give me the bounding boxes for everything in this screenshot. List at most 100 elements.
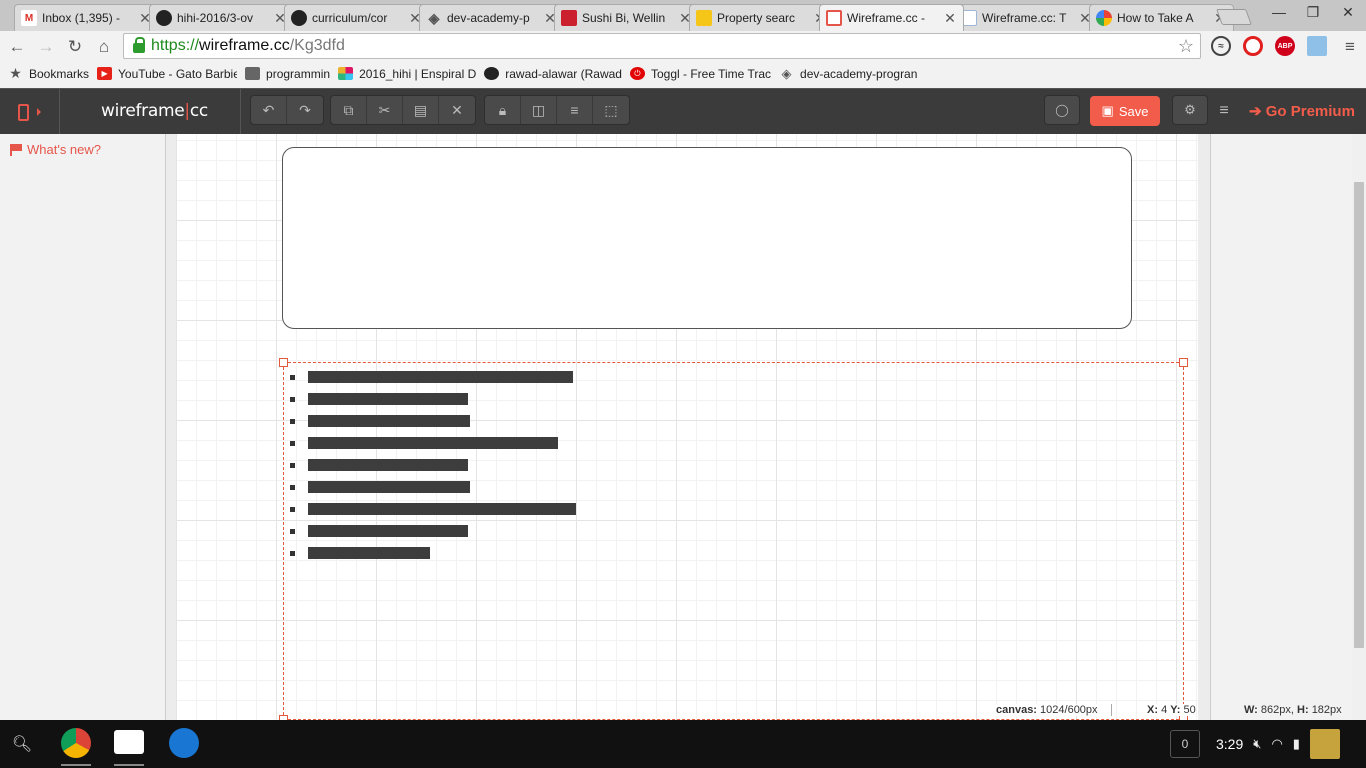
app-toolbar: wireframe|cc ↶ ↷ ⧉ ✂ ▤ ✕ 🔒︎ ◫ ≡ ⬚ ◯ ▣ Sa… <box>0 88 1366 135</box>
clock: 3:29 <box>1216 736 1244 752</box>
chrome-app-icon[interactable] <box>61 728 91 758</box>
bullet-icon <box>290 419 295 424</box>
redo-icon[interactable]: ↷ <box>287 96 323 124</box>
resize-handle[interactable] <box>279 358 288 367</box>
bullet-icon <box>290 529 295 534</box>
tab-github-hihi[interactable]: hihi-2016/3-ov ✕ <box>149 4 294 31</box>
tab-github-curriculum[interactable]: curriculum/cor ✕ <box>284 4 429 31</box>
tab-zomato[interactable]: Sushi Bi, Wellin ✕ <box>554 4 699 31</box>
tab-title: Sushi Bi, Wellin <box>582 11 666 25</box>
property-icon <box>696 10 712 26</box>
notification-count[interactable]: 0 <box>1170 730 1200 758</box>
home-icon[interactable]: ⌂ <box>93 36 115 58</box>
bookmark-github[interactable]: rawad-alawar (Rawad <box>484 67 622 81</box>
zomato-icon <box>561 10 577 26</box>
tab-gmail[interactable]: M Inbox (1,395) - ✕ <box>14 4 159 31</box>
save-button[interactable]: ▣ Save <box>1090 96 1160 126</box>
text-placeholder-bar <box>308 503 576 515</box>
gmail-app-icon[interactable] <box>114 730 144 754</box>
divider <box>240 89 241 135</box>
tab-wireframe-doc[interactable]: Wireframe.cc: T ✕ <box>954 4 1099 31</box>
bullet-icon <box>290 375 295 380</box>
bring-front-icon[interactable]: ◫ <box>521 96 557 124</box>
url-scheme: https:// <box>151 37 200 54</box>
opera-icon[interactable] <box>1243 36 1263 56</box>
bookmark-toggl[interactable]: ⏻ Toggl - Free Time Trac <box>629 67 771 81</box>
floppy-icon: ▣ <box>1101 103 1114 118</box>
lock-element-icon[interactable]: 🔒︎ <box>485 96 521 124</box>
resize-handle[interactable] <box>1179 358 1188 367</box>
back-icon[interactable]: ← <box>6 36 28 58</box>
wireframe-icon <box>826 10 842 26</box>
text-placeholder-bar <box>308 371 573 383</box>
dev-academy-icon: ◈ <box>781 66 792 81</box>
tab-dev-academy[interactable]: ◈ dev-academy-p ✕ <box>419 4 564 31</box>
wireframe-box-element[interactable] <box>282 147 1132 329</box>
window-close-icon[interactable]: ✕ <box>1333 4 1363 21</box>
chrome-menu-icon[interactable]: ≡ <box>1339 36 1361 58</box>
tab-wireframe-active[interactable]: Wireframe.cc - ✕ <box>819 4 964 31</box>
undo-icon[interactable]: ↶ <box>251 96 287 124</box>
arrow-right-icon: ➔ <box>1249 103 1262 120</box>
scrollbar-thumb[interactable] <box>1354 182 1364 648</box>
star-icon: ★ <box>9 66 22 81</box>
adblock-icon[interactable]: ABP <box>1275 36 1295 56</box>
group-icon[interactable]: ⬚ <box>593 96 629 124</box>
bookmark-bookmarks[interactable]: ★ Bookmarks <box>8 67 89 81</box>
forward-icon[interactable]: → <box>35 36 57 58</box>
tab-title: curriculum/cor <box>312 11 388 25</box>
text-placeholder-bar <box>308 415 470 427</box>
settings-button[interactable]: ⚙ <box>1172 95 1208 125</box>
vertical-scrollbar[interactable] <box>1352 134 1366 720</box>
bookmark-slack[interactable]: 2016_hihi | Enspiral D <box>338 67 476 81</box>
hamburger-menu-icon[interactable]: ≡ <box>1213 102 1235 120</box>
gear-icon: ⚙ <box>1184 102 1196 117</box>
edit-group: ⧉ ✂ ▤ ✕ <box>330 95 476 125</box>
minimize-icon[interactable]: — <box>1264 4 1294 20</box>
running-indicator <box>61 764 91 766</box>
new-tab-button[interactable] <box>1216 9 1252 25</box>
lock-icon <box>133 37 145 53</box>
bookmark-youtube[interactable]: ▶ YouTube - Gato Barbie <box>97 67 237 81</box>
battery-icon: ▮ <box>1292 736 1300 751</box>
dimension-readout: W: 862px, H: 182px <box>1244 704 1342 716</box>
tab-google[interactable]: How to Take A ✕ <box>1089 4 1234 31</box>
caret-right-icon <box>37 108 41 116</box>
sync-icon[interactable]: ≈ <box>1211 36 1231 56</box>
bookmark-star-icon[interactable]: ☆ <box>1178 36 1194 57</box>
history-group: ↶ ↷ <box>250 95 324 125</box>
tab-title: hihi-2016/3-ov <box>177 11 254 25</box>
delete-icon[interactable]: ✕ <box>439 96 475 124</box>
reload-icon[interactable]: ↻ <box>64 36 86 58</box>
bookmark-dev-academy[interactable]: ◈ dev-academy-progran <box>779 66 918 81</box>
left-panel: What's new? <box>0 134 166 720</box>
address-bar[interactable]: https:// wireframe.cc /Kg3dfd ☆ <box>123 33 1201 59</box>
picture-icon[interactable] <box>1307 36 1327 56</box>
folder-icon <box>245 67 261 80</box>
bullet-icon <box>290 551 295 556</box>
paste-icon[interactable]: ▤ <box>403 96 439 124</box>
whats-new-link[interactable]: What's new? <box>10 142 101 157</box>
running-indicator <box>114 764 144 766</box>
canvas-grid[interactable] <box>176 134 1198 724</box>
align-icon[interactable]: ≡ <box>557 96 593 124</box>
comment-button[interactable]: ◯ <box>1044 95 1080 125</box>
google-icon <box>1096 10 1112 26</box>
cut-icon[interactable]: ✂ <box>367 96 403 124</box>
text-placeholder-bar <box>308 547 430 559</box>
search-icon[interactable]: 🔍︎ <box>8 730 36 758</box>
tab-property[interactable]: Property searc ✕ <box>689 4 834 31</box>
canvas-area <box>166 134 1210 724</box>
tab-title: Wireframe.cc - <box>847 11 925 25</box>
close-icon[interactable]: ✕ <box>943 10 957 27</box>
files-app-icon[interactable] <box>169 728 199 758</box>
url-host: wireframe.cc <box>199 37 290 54</box>
duplicate-icon[interactable]: ⧉ <box>331 96 367 124</box>
device-selector[interactable] <box>0 89 60 135</box>
go-premium-link[interactable]: ➔ Go Premium <box>1249 102 1355 120</box>
url-path: /Kg3dfd <box>289 37 345 54</box>
status-tray[interactable]: 3:29 🔇︎ ◠ ▮ <box>1206 726 1366 762</box>
divider <box>1111 704 1112 716</box>
bookmark-folder-programmin[interactable]: programmin <box>245 67 330 81</box>
restore-icon[interactable]: ❐ <box>1298 4 1328 21</box>
